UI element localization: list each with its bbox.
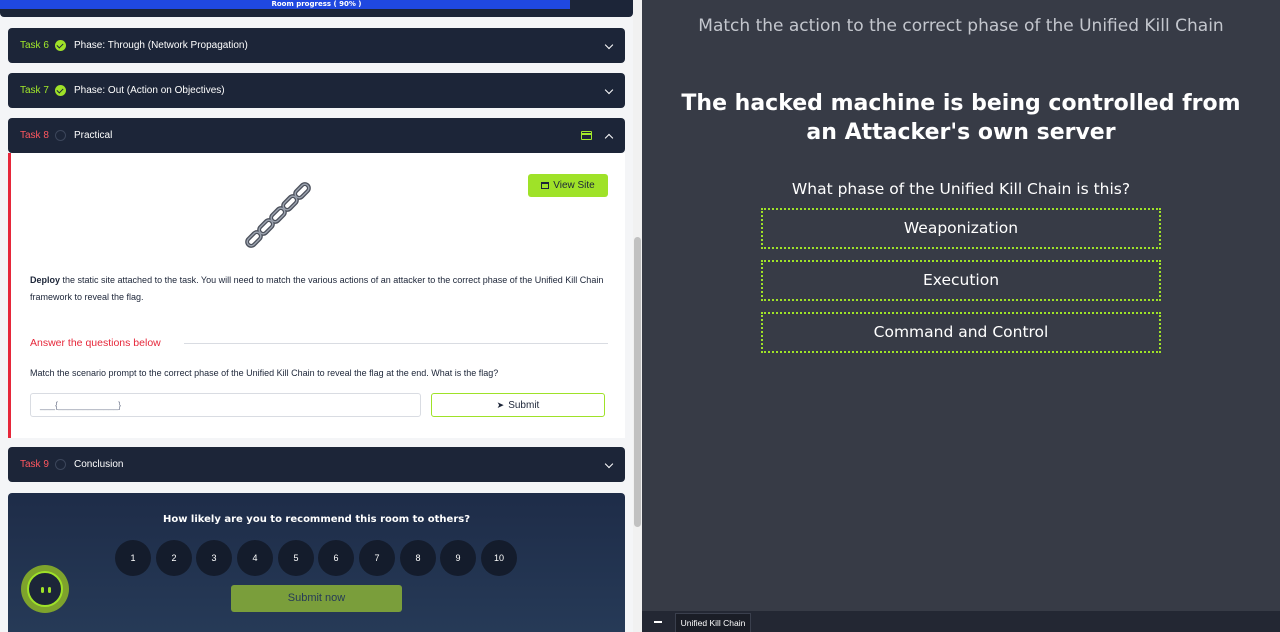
- task-title: Practical: [74, 130, 113, 141]
- question-text: Match the scenario prompt to the correct…: [30, 368, 499, 378]
- bot-eye: [41, 587, 44, 593]
- chevron-up-icon[interactable]: [604, 133, 614, 143]
- empty-circle-icon: [55, 459, 66, 470]
- task-description: Deploy the static site attached to the t…: [30, 272, 610, 306]
- task-title: Phase: Through (Network Propagation): [74, 40, 248, 51]
- rating-button-7[interactable]: 7: [359, 540, 395, 576]
- empty-circle-icon: [55, 130, 66, 141]
- rating-button-8[interactable]: 8: [400, 540, 436, 576]
- room-progress-bar: Room progress ( 90% ): [0, 0, 633, 17]
- recommend-card: How likely are you to recommend this roo…: [8, 493, 625, 632]
- task-8-header[interactable]: Task 8 Practical: [8, 118, 625, 153]
- task-description-text: the static site attached to the task. Yo…: [30, 275, 604, 302]
- bot-face: [27, 571, 63, 607]
- task-number: Task 8: [20, 130, 49, 141]
- rating-button-1[interactable]: 1: [115, 540, 151, 576]
- taskbar: Unified Kill Chain: [642, 611, 1280, 632]
- task-6-header[interactable]: Task 6 Phase: Through (Network Propagati…: [8, 28, 625, 63]
- task-title: Conclusion: [74, 459, 124, 470]
- check-circle-icon: [55, 40, 66, 51]
- task-number: Task 7: [20, 85, 49, 96]
- rating-button-6[interactable]: 6: [318, 540, 354, 576]
- quiz-panel: Match the action to the correct phase of…: [642, 0, 1280, 632]
- bot-avatar-icon[interactable]: [21, 565, 69, 613]
- task-8-content: View Site Deploy the static site attache…: [8, 153, 625, 438]
- room-progress-label: Room progress ( 90% ): [271, 0, 362, 8]
- chevron-down-icon[interactable]: [604, 40, 614, 50]
- rating-button-4[interactable]: 4: [237, 540, 273, 576]
- submit-answer-button[interactable]: ➤ Submit: [431, 393, 605, 417]
- room-panel: Room progress ( 90% ) Task 6 Phase: Thro…: [0, 0, 642, 632]
- chevron-down-icon[interactable]: [604, 85, 614, 95]
- quiz-question: What phase of the Unified Kill Chain is …: [791, 180, 1131, 198]
- view-site-label: View Site: [553, 180, 595, 191]
- task-number: Task 6: [20, 40, 49, 51]
- scrollbar[interactable]: [633, 0, 642, 632]
- check-circle-icon: [55, 85, 66, 96]
- paper-plane-icon: ➤: [496, 400, 505, 410]
- option-execution[interactable]: Execution: [761, 260, 1161, 301]
- rating-button-5[interactable]: 5: [278, 540, 314, 576]
- answer-input[interactable]: ___{____________}: [30, 393, 421, 417]
- scrollbar-thumb[interactable]: [634, 237, 641, 527]
- chevron-down-icon[interactable]: [604, 459, 614, 469]
- bot-eye: [48, 587, 51, 593]
- rating-button-9[interactable]: 9: [440, 540, 476, 576]
- option-weaponization[interactable]: Weaponization: [761, 208, 1161, 249]
- minimize-icon[interactable]: [654, 621, 662, 623]
- option-command-and-control[interactable]: Command and Control: [761, 312, 1161, 353]
- quiz-header: Match the action to the correct phase of…: [698, 16, 1224, 36]
- rating-button-3[interactable]: 3: [196, 540, 232, 576]
- submit-label: Submit: [508, 400, 540, 411]
- recommend-title: How likely are you to recommend this roo…: [162, 514, 471, 525]
- scenario-prompt: The hacked machine is being controlled f…: [681, 91, 1241, 145]
- split-view-icon[interactable]: [581, 131, 592, 140]
- task-number: Task 9: [20, 459, 49, 470]
- rating-button-2[interactable]: 2: [156, 540, 192, 576]
- rating-button-10[interactable]: 10: [481, 540, 517, 576]
- submit-rating-button[interactable]: Submit now: [231, 585, 402, 612]
- divider: [184, 343, 608, 344]
- answer-heading: Answer the questions below: [30, 337, 161, 349]
- task-description-bold: Deploy: [30, 275, 61, 285]
- chain-link-icon: [245, 182, 311, 248]
- task-9-header[interactable]: Task 9 Conclusion: [8, 447, 625, 482]
- task-7-header[interactable]: Task 7 Phase: Out (Action on Objectives): [8, 73, 625, 108]
- taskbar-tab-unified-kill-chain[interactable]: Unified Kill Chain: [675, 613, 751, 632]
- task-title: Phase: Out (Action on Objectives): [74, 85, 225, 96]
- view-site-button[interactable]: View Site: [528, 174, 608, 197]
- browser-window-icon: [541, 182, 550, 189]
